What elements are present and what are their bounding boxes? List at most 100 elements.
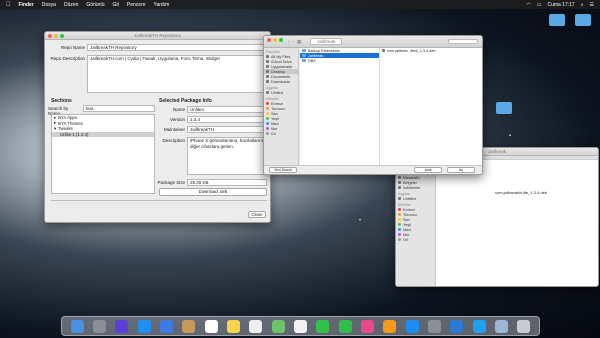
description-label: Description	[162, 138, 185, 143]
minimize-window-icon[interactable]	[54, 34, 58, 38]
deb-file-item[interactable]: com.jailbreakth.lite_1.3.4.deb	[491, 190, 551, 195]
finder-icon[interactable]	[70, 319, 84, 333]
zoom-window-icon[interactable]	[60, 34, 64, 38]
forward-icon[interactable]: ›	[293, 39, 295, 44]
battery-icon[interactable]: ▭	[537, 2, 542, 8]
contacts-icon[interactable]	[182, 319, 196, 333]
close-window-icon[interactable]	[48, 34, 52, 38]
app-store-icon[interactable]	[405, 319, 419, 333]
notes-icon[interactable]	[226, 319, 240, 333]
repo-name-label: Repo Name	[60, 45, 85, 50]
package-name-field[interactable]: Unlite4	[187, 106, 267, 113]
open-button[interactable]: Aç	[447, 167, 475, 173]
spotlight-icon[interactable]: ⌕	[581, 2, 584, 8]
sidebar-item-label: Kırmızı	[271, 101, 284, 106]
menu-app-name[interactable]: Finder	[19, 2, 34, 8]
divider	[51, 200, 267, 201]
xcode-icon[interactable]	[450, 319, 464, 333]
desktop-folder-icon[interactable]	[549, 14, 565, 26]
minimize-window-icon[interactable]	[273, 38, 277, 42]
sidebar-item[interactable]: Gri	[264, 131, 298, 136]
cancel-button[interactable]: İptal	[414, 167, 442, 173]
close-window-icon[interactable]	[267, 38, 271, 42]
itunes-icon[interactable]	[360, 319, 374, 333]
column-item-folder[interactable]: DBX	[300, 58, 379, 63]
sidebar-item[interactable]: Gri	[396, 237, 435, 242]
finder-search-input[interactable]	[448, 39, 478, 44]
finder1-location[interactable]: Jailbreak	[310, 38, 343, 45]
menu-item-view[interactable]: Görüntü	[86, 2, 104, 8]
facetime-icon[interactable]	[338, 319, 352, 333]
trash-icon[interactable]	[517, 319, 531, 333]
repo-name-field[interactable]: JailbreakTH Repository	[87, 44, 267, 51]
tag-dot-icon	[266, 112, 269, 115]
twitter-icon[interactable]	[472, 319, 486, 333]
back-icon[interactable]: ‹	[288, 39, 290, 44]
column-item-file[interactable]: com.jailbrea...lite4_1.3.4.deb	[380, 48, 482, 53]
repo-description-field[interactable]: JailbreakTH.com | Cydia | Tweak, Uygulam…	[87, 55, 267, 93]
disclosure-down-icon[interactable]: ▾	[54, 126, 56, 132]
package-description-field[interactable]: iPhone X göründümünü, hazılatlarını diğe…	[187, 137, 267, 175]
view-icon[interactable]: ▦	[297, 39, 301, 45]
ibooks-icon[interactable]	[383, 319, 397, 333]
tree-item-package[interactable]: Unlite-1 (1.3.4)	[52, 131, 154, 137]
preview-icon[interactable]	[494, 319, 508, 333]
sidebar-item-label: Untitled	[403, 196, 416, 201]
finder2-sidebar: Tüm DosyalarımiCloud DriveUygulamalarMas…	[396, 160, 436, 286]
sidebar-item-icon	[398, 186, 401, 189]
sidebar-item-label: Downloads	[271, 79, 290, 84]
apple-menu-icon[interactable]: 	[6, 2, 11, 8]
launchpad-icon[interactable]	[92, 319, 106, 333]
new-folder-button[interactable]: Yeni Klasör	[269, 167, 297, 173]
sidebar-item-label: Gri	[271, 131, 277, 136]
menu-clock[interactable]: Cuma 17:17	[547, 2, 574, 8]
reminders-icon[interactable]	[249, 319, 263, 333]
dialog-footer: Yeni Klasör İptal Aç	[264, 165, 482, 174]
maintainer-field[interactable]: JailbreakTH	[187, 126, 267, 133]
photos-icon[interactable]	[293, 319, 307, 333]
menu-item-help[interactable]: Yardım	[154, 2, 170, 8]
download-deb-button[interactable]: Download .deb	[159, 188, 267, 196]
sidebar-item-label: Gri	[403, 237, 409, 242]
finder1-toolbar[interactable]: ‹ › ▦ Jailbreak	[264, 36, 482, 48]
calendar-icon[interactable]	[204, 319, 218, 333]
sidebar-item-icon	[398, 181, 401, 184]
close-button[interactable]: Close	[248, 211, 266, 218]
package-size-field[interactable]: 28.30 KB	[187, 179, 267, 186]
menu-item-edit[interactable]: Düzen	[64, 2, 78, 8]
menu-item-window[interactable]: Pencere	[127, 2, 146, 8]
finder2-content: com.jailbreakth.lite_1.3.4.deb	[436, 160, 598, 286]
maintainer-label: Maintainer	[163, 127, 185, 132]
sidebar-item-label: Belgeler	[403, 180, 417, 185]
folder-icon	[302, 49, 306, 52]
menu-item-go[interactable]: Git	[113, 2, 119, 8]
messages-icon[interactable]	[316, 319, 330, 333]
sidebar-item-icon	[266, 80, 269, 83]
sidebar-item-icon	[266, 65, 269, 68]
sidebar-item-icon	[266, 91, 269, 94]
file-icon	[382, 49, 385, 52]
zoom-window-icon[interactable]	[279, 38, 283, 42]
wifi-icon[interactable]: ◠	[526, 2, 530, 8]
sidebar-item-icon	[266, 55, 269, 58]
notification-icon[interactable]: ☰	[590, 2, 594, 8]
sidebar-item-label: Mor	[403, 232, 410, 237]
version-field[interactable]: 1.3.4	[187, 116, 267, 123]
tag-dot-icon	[266, 122, 269, 125]
safari-icon[interactable]	[137, 319, 151, 333]
menu-item-file[interactable]: Dosya	[42, 2, 56, 8]
desktop-folder-icon[interactable]	[496, 102, 512, 114]
search-input[interactable]: bna	[83, 105, 155, 112]
siri-icon[interactable]	[115, 319, 129, 333]
repo-titlebar[interactable]: JailbreakTH Repository	[45, 32, 270, 40]
finder1-column-1: Barkup Extensions Jailbreak DBX	[300, 48, 380, 174]
mail-icon[interactable]	[159, 319, 173, 333]
sidebar-item-icon	[398, 197, 401, 200]
sidebar-item-label: Yeşil	[271, 116, 279, 121]
finder1-sidebar: Favoriler All My Files iCloud Drive Uygulam…	[264, 48, 299, 174]
sidebar-item-label: Sarı	[403, 217, 410, 222]
maps-icon[interactable]	[271, 319, 285, 333]
name-label: Name	[172, 107, 185, 112]
desktop-folder-icon[interactable]	[575, 14, 591, 26]
preferences-icon[interactable]	[427, 319, 441, 333]
